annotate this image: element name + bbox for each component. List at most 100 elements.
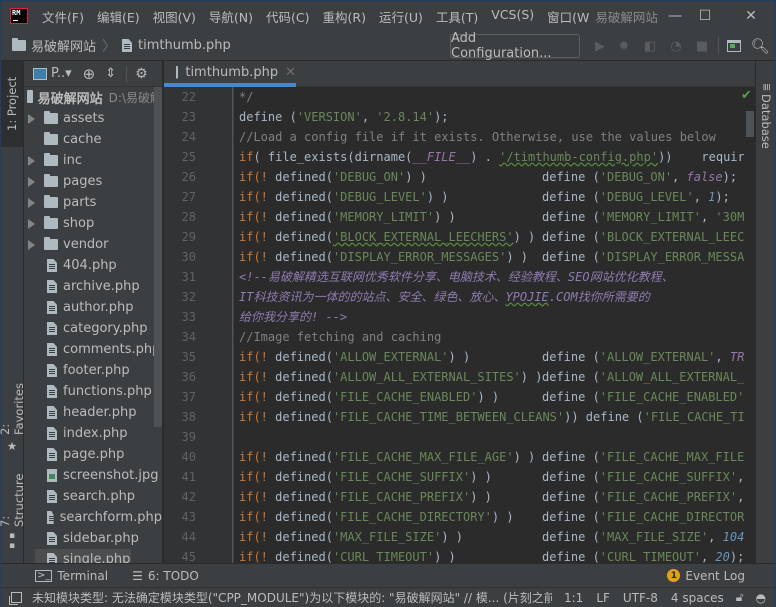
- collapse-all-icon[interactable]: ⇕: [105, 66, 116, 81]
- string-literal: 'MAX_FILE_SIZE': [599, 530, 709, 544]
- profile-button[interactable]: ◔: [667, 37, 685, 55]
- stop-button[interactable]: ■: [693, 37, 711, 55]
- string-literal: 'FILE_CACHE_ENABLED': [332, 390, 478, 404]
- folder-name: assets: [63, 111, 105, 126]
- database-tool-tab[interactable]: ≣ Database: [756, 83, 776, 149]
- tree-folder[interactable]: inc: [24, 150, 162, 171]
- toggle-tool-windows-icon[interactable]: [11, 592, 22, 603]
- tab-label: timthumb.php: [185, 64, 279, 80]
- menu-vcs[interactable]: VCS(S): [491, 7, 534, 26]
- terminal-tab[interactable]: Terminal: [57, 569, 108, 583]
- tree-file[interactable]: header.php: [24, 402, 162, 423]
- todo-tab[interactable]: 6: TODO: [148, 569, 199, 583]
- menu-view[interactable]: 视图(V): [153, 7, 196, 26]
- expand-arrow-icon[interactable]: [28, 113, 35, 124]
- code-text: define (: [542, 550, 600, 563]
- tree-folder[interactable]: vendor: [24, 234, 162, 255]
- locate-file-icon[interactable]: ⊕: [83, 65, 96, 83]
- folder-icon: [44, 174, 58, 187]
- tree-file[interactable]: search.php: [24, 486, 162, 507]
- debug-button[interactable]: ✹: [615, 37, 633, 55]
- tree-file[interactable]: single.php: [35, 549, 131, 563]
- tab-timthumb[interactable]: timthumb.php ✕: [164, 61, 296, 87]
- file-encoding[interactable]: UTF-8: [623, 591, 658, 605]
- php-file-icon: [47, 301, 57, 314]
- add-configuration-button[interactable]: Add Configuration...: [450, 31, 580, 61]
- expand-arrow-icon[interactable]: [28, 155, 35, 166]
- project-view-selector[interactable]: P..▾: [51, 66, 72, 81]
- terminal-toolbar-button[interactable]: [725, 37, 743, 55]
- tree-file[interactable]: comments.php: [24, 339, 162, 360]
- expand-arrow-icon[interactable]: [28, 239, 35, 250]
- tree-folder[interactable]: cache: [24, 129, 162, 150]
- inspection-ok-icon[interactable]: ✔: [741, 88, 752, 103]
- string-literal: 'MEMORY_LIMIT': [599, 210, 701, 224]
- run-button[interactable]: ▶: [591, 37, 609, 55]
- expand-arrow-icon[interactable]: [28, 218, 35, 229]
- favorites-tool-tab[interactable]: ★ 2: Favorites: [0, 373, 26, 453]
- indent-setting[interactable]: 4 spaces: [671, 591, 724, 605]
- breadcrumb-file[interactable]: timthumb.php: [138, 38, 231, 53]
- tree-folder[interactable]: parts: [24, 192, 162, 213]
- menu-navigate[interactable]: 导航(N): [209, 7, 253, 26]
- search-everywhere-button[interactable]: 🔍︎: [750, 37, 769, 55]
- code-editor[interactable]: */ define ('VERSION', '2.8.14'); //Load …: [234, 87, 744, 563]
- bug-icon: ✹: [618, 38, 630, 54]
- close-button[interactable]: ✕: [731, 1, 771, 31]
- code-text: define (: [239, 110, 297, 124]
- status-message[interactable]: 未知模块类型: 无法确定模块类型("CPP_MODULE")为以下模块的: "易…: [32, 589, 552, 606]
- tree-file[interactable]: page.php: [24, 444, 162, 465]
- tree-root[interactable]: 易破解网站 D:\易破解: [24, 87, 162, 108]
- project-tool-tab[interactable]: 1: Project: [1, 61, 23, 147]
- tree-file[interactable]: functions.php: [24, 381, 162, 402]
- coverage-button[interactable]: ◧: [641, 37, 659, 55]
- line-number: 25: [181, 150, 196, 164]
- expand-arrow-icon[interactable]: [28, 176, 35, 187]
- string-literal: 'FILE_CACHE_MAX_FILE_A: [599, 450, 744, 464]
- keyword: (!: [253, 210, 268, 224]
- event-log-tab[interactable]: 1 Event Log: [667, 569, 745, 583]
- project-scrollbar[interactable]: [154, 87, 162, 427]
- tree-file[interactable]: archive.php: [24, 276, 162, 297]
- menu-edit[interactable]: 编辑(E): [97, 7, 140, 26]
- line-number: 38: [181, 410, 196, 424]
- tree-file[interactable]: 404.php: [24, 255, 162, 276]
- editor-scrollbar[interactable]: [744, 87, 755, 563]
- menu-run[interactable]: 运行(U): [379, 7, 423, 26]
- inspector-icon[interactable]: ◓: [756, 591, 766, 605]
- run-icon: ▶: [595, 38, 605, 54]
- tree-file[interactable]: searchform.php: [24, 507, 162, 528]
- gear-icon[interactable]: ⚙: [135, 66, 148, 82]
- tree-file[interactable]: index.php: [24, 423, 162, 444]
- code-line: if(! defined('DEBUG_LEVEL') ) define ('DE…: [234, 187, 744, 207]
- maximize-button[interactable]: ☐: [685, 1, 725, 31]
- expand-arrow-icon[interactable]: [28, 197, 35, 208]
- file-icon: [122, 39, 133, 52]
- line-number: 37: [181, 390, 196, 404]
- event-log-label: Event Log: [685, 568, 745, 583]
- line-ending[interactable]: LF: [596, 591, 610, 605]
- menu-tools[interactable]: 工具(T): [436, 7, 478, 26]
- breadcrumb-project[interactable]: 易破解网站: [31, 36, 96, 55]
- folder-name: vendor: [63, 237, 109, 252]
- menu-code[interactable]: 代码(C): [266, 7, 309, 26]
- tree-file[interactable]: author.php: [24, 297, 162, 318]
- read-only-lock-icon[interactable]: 🔓︎: [736, 590, 744, 605]
- code-text: define (: [578, 410, 644, 424]
- tree-folder[interactable]: shop: [24, 213, 162, 234]
- tree-file[interactable]: footer.php: [24, 360, 162, 381]
- tree-folder[interactable]: pages: [24, 171, 162, 192]
- keyword: (!: [253, 490, 268, 504]
- tree-folder[interactable]: assets: [24, 108, 162, 129]
- tree-file[interactable]: sidebar.php: [24, 528, 162, 549]
- cursor-position[interactable]: 1:1: [564, 591, 583, 605]
- tab-close-icon[interactable]: ✕: [285, 65, 296, 80]
- menu-file[interactable]: 文件(F): [42, 7, 84, 26]
- tree-file[interactable]: screenshot.jpg: [24, 465, 162, 486]
- menu-window[interactable]: 窗口(W: [547, 7, 589, 26]
- menu-refactor[interactable]: 重构(R): [323, 7, 366, 26]
- scrollbar-thumb[interactable]: [746, 111, 754, 137]
- tree-file[interactable]: category.php: [24, 318, 162, 339]
- structure-tool-tab[interactable]: ▪▪ 7: Structure: [0, 471, 26, 552]
